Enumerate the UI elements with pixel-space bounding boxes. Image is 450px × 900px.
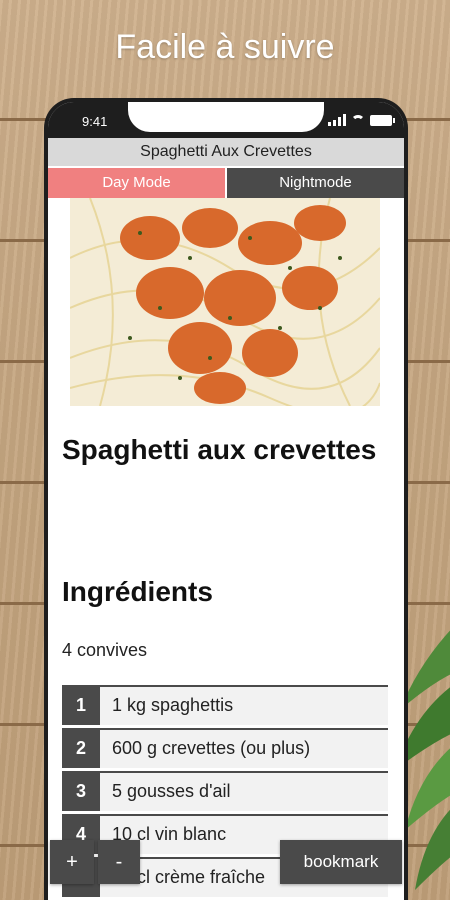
- day-mode-button[interactable]: Day Mode: [48, 168, 227, 198]
- ingredient-number: 3: [62, 773, 100, 811]
- ingredient-number: 1: [62, 687, 100, 725]
- status-time: 9:41: [82, 114, 108, 129]
- app-title: Spaghetti Aux Crevettes: [48, 138, 404, 166]
- battery-icon: [370, 115, 395, 126]
- status-bar: 9:41: [48, 102, 404, 138]
- promo-headline: Facile à suivre: [115, 28, 335, 66]
- ingredient-row: 1 1 kg spaghettis: [62, 685, 388, 725]
- wifi-icon: [351, 114, 365, 126]
- status-icons: [328, 114, 395, 126]
- signal-icon: [328, 114, 346, 126]
- phone-notch: [128, 102, 324, 132]
- dish-photo: [70, 198, 380, 406]
- ingredient-text: 1 kg spaghettis: [112, 695, 234, 715]
- ingredient-text: 5 gousses d'ail: [112, 781, 231, 801]
- bookmark-button[interactable]: bookmark: [280, 840, 402, 884]
- ingredients-heading: Ingrédients: [62, 576, 213, 607]
- recipe-title: Spaghetti aux crevettes: [62, 434, 377, 465]
- ingredient-row: 2 600 g crevettes (ou plus): [62, 728, 388, 768]
- ingredient-row: 3 5 gousses d'ail: [62, 771, 388, 811]
- phone-frame: 9:41 Spaghetti Aux Crevettes Day Mode Ni…: [48, 102, 404, 900]
- servings-text: 4 convives: [62, 640, 148, 660]
- ingredient-text: 600 g crevettes (ou plus): [112, 738, 311, 758]
- mode-switch: Day Mode Nightmode: [48, 168, 404, 198]
- night-mode-button[interactable]: Nightmode: [227, 168, 404, 198]
- increase-servings-button[interactable]: +: [50, 840, 94, 884]
- decrease-servings-button[interactable]: -: [98, 840, 140, 884]
- ingredient-number: 2: [62, 730, 100, 768]
